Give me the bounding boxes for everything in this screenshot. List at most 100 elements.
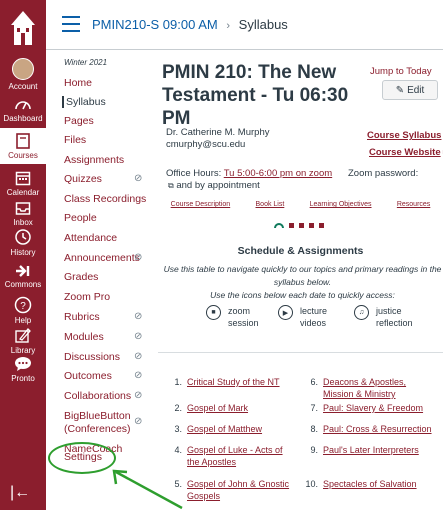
inbox-icon <box>15 202 31 215</box>
breadcrumb-course-link[interactable]: PMIN210-S 09:00 AM <box>92 17 218 32</box>
topic-link[interactable]: Paul: Slavery & Freedom <box>323 402 423 414</box>
course-website-link[interactable]: Course Website⧉ <box>369 147 443 158</box>
nav-calendar[interactable]: Calendar <box>0 170 46 198</box>
term-label: Winter 2021 <box>64 58 108 67</box>
instructor-info: Dr. Catherine M. Murphy cmurphy@scu.edu <box>166 127 269 151</box>
hidden-eye-icon: ⊘ <box>134 416 143 427</box>
nav-label: Dashboard <box>3 114 43 123</box>
course-nav-syllabus[interactable]: Syllabus <box>62 96 154 108</box>
topic-item[interactable]: 9. Paul's Later Interpreters <box>302 444 442 456</box>
library-icon <box>15 328 31 343</box>
topic-num: 1. <box>174 377 182 387</box>
nav-inbox[interactable]: Inbox <box>0 200 46 228</box>
course-nav-people[interactable]: People <box>64 212 156 224</box>
commons-icon <box>16 265 30 277</box>
topic-item[interactable]: 2. Gospel of Mark <box>166 402 296 414</box>
syllabus-content: PMIN 210: The New Testament - Tu 06:30 P… <box>158 50 443 510</box>
nav-label: Pronto <box>11 374 35 383</box>
topic-link[interactable]: Critical Study of the NT <box>187 376 280 388</box>
global-nav: Account Dashboard Courses Calendar Inbox… <box>0 0 46 510</box>
highlight-circle <box>48 442 116 474</box>
course-nav-home[interactable]: Home <box>64 77 156 89</box>
topic-item[interactable]: 10. Spectacles of Salvation <box>302 478 442 490</box>
schedule-description: Use this table to navigate quickly to ou… <box>162 263 443 302</box>
topic-link[interactable]: Paul: Cross & Resurrection <box>323 423 432 435</box>
carousel-dot[interactable] <box>319 223 324 228</box>
hidden-eye-icon: ⊘ <box>134 370 143 381</box>
nav-label: Inbox <box>13 218 33 227</box>
office-hours-suffix: and by appointment <box>176 180 260 191</box>
video-icon: ▶ <box>278 305 293 320</box>
page-title: PMIN 210: The New Testament - Tu 06:30 P… <box>162 62 349 129</box>
jump-to-today-link[interactable]: Jump to Today <box>370 66 432 77</box>
tab-learning-objectives[interactable]: Learning Objectives <box>310 201 372 208</box>
topic-link[interactable]: Paul's Later Interpreters <box>323 444 419 456</box>
hamburger-menu-icon[interactable] <box>62 16 80 37</box>
edit-button[interactable]: ✎ Edit <box>382 80 438 100</box>
justice-icon: ♫ <box>354 305 369 320</box>
tab-course-description[interactable]: Course Description <box>171 201 231 208</box>
course-nav-assignments[interactable]: Assignments <box>64 154 156 166</box>
history-icon <box>15 229 31 245</box>
nav-pronto[interactable]: Pronto <box>0 356 46 384</box>
carousel-dot[interactable] <box>299 223 304 228</box>
carousel-dot[interactable] <box>289 223 294 228</box>
nav-account[interactable]: Account <box>0 58 46 92</box>
topic-item[interactable]: 6. Deacons & Apostles, Mission & Ministry <box>302 376 442 400</box>
topic-item[interactable]: 5. Gospel of John & Gnostic Gospels <box>166 478 296 502</box>
legend-label: justice reflection <box>376 306 413 328</box>
nav-history[interactable]: History <box>0 228 46 258</box>
course-nav-grades[interactable]: Grades <box>64 271 156 283</box>
page-header: PMIN210-S 09:00 AM › Syllabus <box>46 0 443 50</box>
topic-link[interactable]: Gospel of Luke - Acts of the Apostles <box>187 444 292 468</box>
nav-courses[interactable]: Courses <box>0 128 46 164</box>
legend-zoom: ■ zoom session <box>206 305 276 329</box>
carousel-dot[interactable] <box>309 223 314 228</box>
divider <box>158 352 443 353</box>
course-website-label: Course Website <box>369 147 441 158</box>
topic-num: 3. <box>174 424 182 434</box>
tab-book-list[interactable]: Book List <box>256 201 285 208</box>
course-nav-files[interactable]: Files <box>64 134 156 146</box>
instructor-email: cmurphy@scu.edu <box>166 139 246 150</box>
schedule-desc-line: Use this table to navigate quickly to ou… <box>163 264 442 287</box>
legend-label: lecture videos <box>300 306 328 328</box>
course-nav-class-recordings[interactable]: Class Recordings <box>64 193 156 205</box>
topic-item[interactable]: 8. Paul: Cross & Resurrection <box>302 423 442 435</box>
calendar-icon <box>15 171 31 186</box>
topic-item[interactable]: 3. Gospel of Matthew <box>166 423 296 435</box>
nav-library[interactable]: Library <box>0 326 46 356</box>
topic-item[interactable]: 7. Paul: Slavery & Freedom <box>302 402 442 414</box>
topic-link[interactable]: Gospel of John & Gnostic Gospels <box>187 478 292 502</box>
topic-item[interactable]: 1. Critical Study of the NT <box>166 376 296 388</box>
topic-link[interactable]: Gospel of Matthew <box>187 423 262 435</box>
university-logo[interactable] <box>0 0 46 56</box>
hidden-eye-icon: ⊘ <box>134 252 143 263</box>
office-hours-zoom-link[interactable]: Tu 5:00-6:00 pm on zoom <box>224 168 332 179</box>
course-nav-bigbluebutton[interactable]: BigBlueButton (Conferences) <box>64 410 134 436</box>
topic-link[interactable]: Deacons & Apostles, Mission & Ministry <box>323 376 438 400</box>
instructor-name: Dr. Catherine M. Murphy <box>166 127 270 138</box>
nav-label: Account <box>8 82 38 91</box>
courses-icon <box>16 133 30 149</box>
course-nav-attendance[interactable]: Attendance <box>64 232 156 244</box>
topic-num: 6. <box>310 377 318 387</box>
schedule-title: Schedule & Assignments <box>237 245 364 257</box>
nav-commons[interactable]: Commons <box>0 264 46 290</box>
course-nav-pages[interactable]: Pages <box>64 115 156 127</box>
nav-help[interactable]: ? Help <box>0 296 46 326</box>
topic-link[interactable]: Gospel of Mark <box>187 402 248 414</box>
topic-link[interactable]: Spectacles of Salvation <box>323 478 417 490</box>
zoom-password: Zoom password: <box>348 168 419 179</box>
topic-item[interactable]: 4. Gospel of Luke - Acts of the Apostles <box>166 444 296 468</box>
tab-resources[interactable]: Resources <box>397 201 430 208</box>
course-nav-zoom-pro[interactable]: Zoom Pro <box>64 291 156 303</box>
hidden-eye-icon: ⊘ <box>134 311 143 322</box>
nav-label: Courses <box>8 151 38 160</box>
avatar <box>12 58 34 80</box>
hidden-eye-icon: ⊘ <box>134 351 143 362</box>
course-syllabus-label: Course Syllabus <box>367 130 442 141</box>
course-syllabus-link[interactable]: Course Syllabus⧉ <box>367 130 443 141</box>
nav-dashboard[interactable]: Dashboard <box>0 96 46 124</box>
collapse-nav-icon[interactable]: |← <box>10 484 30 502</box>
